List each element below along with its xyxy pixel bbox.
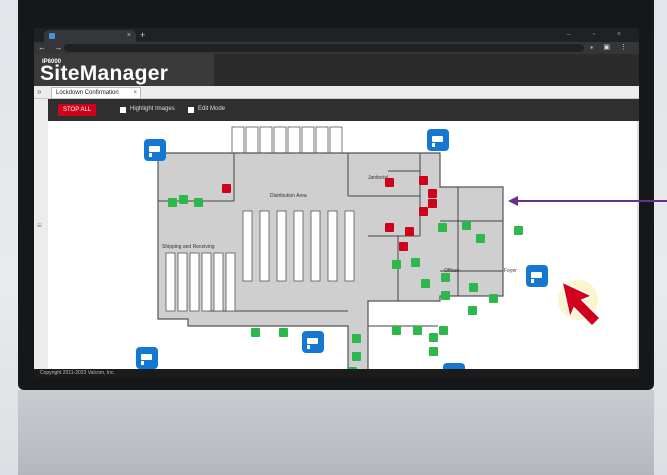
callout-line: [508, 196, 667, 206]
annotation-overlay: [508, 196, 667, 328]
pointer-arrow-icon: [558, 280, 602, 328]
